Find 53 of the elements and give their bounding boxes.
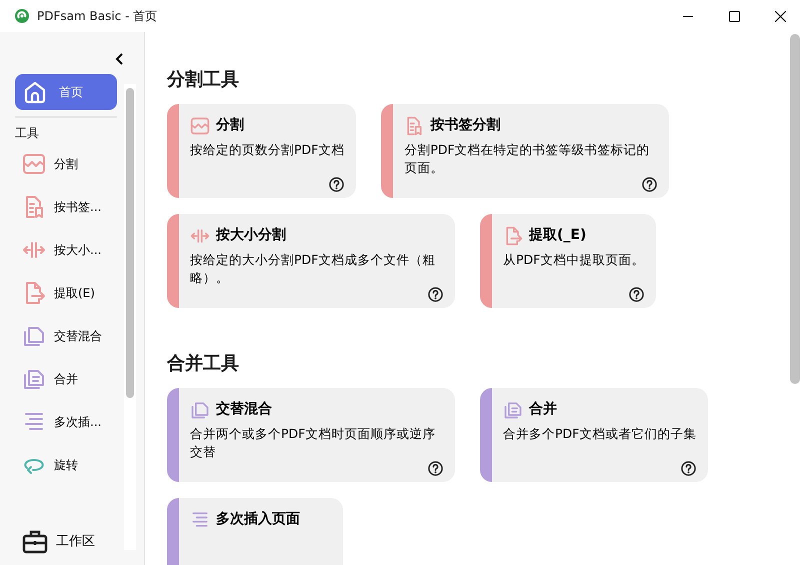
help-icon[interactable] [629, 287, 644, 302]
card-title: 合并 [529, 400, 557, 419]
card-description: 合并多个PDF文档或者它们的子集 [503, 425, 696, 443]
section-title: 分割工具 [167, 68, 240, 92]
tool-card[interactable]: 提取(_E) 从PDF文档中提取页面。 [480, 214, 656, 308]
help-icon[interactable] [642, 177, 658, 192]
briefcase-icon [22, 530, 48, 554]
window-title: PDFsam Basic - 首页 [37, 8, 158, 25]
tool-card[interactable]: 多次插入页面 [167, 498, 343, 565]
tool-card[interactable]: 按书签分割 分割PDF文档在特定的书签等级书签标记的页面。 [381, 104, 670, 198]
sidebar-item[interactable]: 提取(E) [0, 271, 118, 314]
sidebar-item[interactable]: 合并 [0, 357, 118, 400]
help-icon[interactable] [428, 461, 443, 476]
close-icon [774, 10, 786, 22]
stacked-document-icon [503, 400, 523, 420]
tool-card[interactable]: 按大小分割 按给定的大小分割PDF文档成多个文件（粗略）。 [167, 214, 455, 308]
collapse-button[interactable] [114, 52, 124, 66]
maximize-icon [728, 10, 740, 22]
tool-card[interactable]: 交替混合 合并两个或多个PDF文档时页面顺序或逆序交替 [167, 388, 455, 482]
card-title: 分割 [216, 116, 244, 135]
sidebar-item[interactable]: 分割 [0, 142, 118, 185]
sidebar-item[interactable]: 旋转 [0, 443, 118, 486]
lines-icon [190, 510, 210, 530]
help-icon[interactable] [681, 461, 696, 476]
split-wave-icon [190, 116, 210, 136]
help-icon[interactable] [329, 177, 344, 192]
section-label: 工具 [15, 116, 117, 142]
sidebar-scrollbar[interactable] [124, 84, 136, 550]
stacked-pages-icon [190, 400, 210, 420]
help-icon[interactable] [428, 287, 443, 302]
split-wave-icon [22, 152, 46, 176]
app-logo-icon [15, 9, 29, 23]
main-scrollbar[interactable] [790, 34, 800, 384]
card-description: 分割PDF文档在特定的书签等级书签标记的页面。 [404, 141, 651, 177]
sidebar-item[interactable]: 多次插... [0, 400, 118, 443]
card-title: 按书签分割 [430, 116, 500, 135]
workspace-nav-item[interactable]: 工作区 [0, 520, 118, 563]
tool-card[interactable]: 分割 按给定的页数分割PDF文档 [167, 104, 356, 198]
card-title: 交替混合 [216, 400, 272, 419]
sidebar-item[interactable]: 按书签... [0, 185, 118, 228]
card-title: 多次插入页面 [216, 510, 300, 529]
section-title: 合并工具 [167, 352, 240, 376]
sidebar-item[interactable]: 按大小... [0, 228, 118, 271]
card-title: 按大小分割 [216, 226, 286, 245]
card-description: 从PDF文档中提取页面。 [503, 251, 644, 269]
sidebar-item[interactable]: 交替混合 [0, 314, 118, 357]
card-title: 提取(_E) [529, 226, 586, 245]
card-description: 按给定的页数分割PDF文档 [190, 141, 344, 159]
card-description: 按给定的大小分割PDF文档成多个文件（粗略）。 [190, 251, 436, 287]
card-description: 合并两个或多个PDF文档时页面顺序或逆序交替 [190, 425, 436, 461]
home-nav-item[interactable]: 首页 [15, 74, 117, 110]
home-icon [23, 80, 47, 104]
tool-card[interactable]: 合并 合并多个PDF文档或者它们的子集 [480, 388, 708, 482]
